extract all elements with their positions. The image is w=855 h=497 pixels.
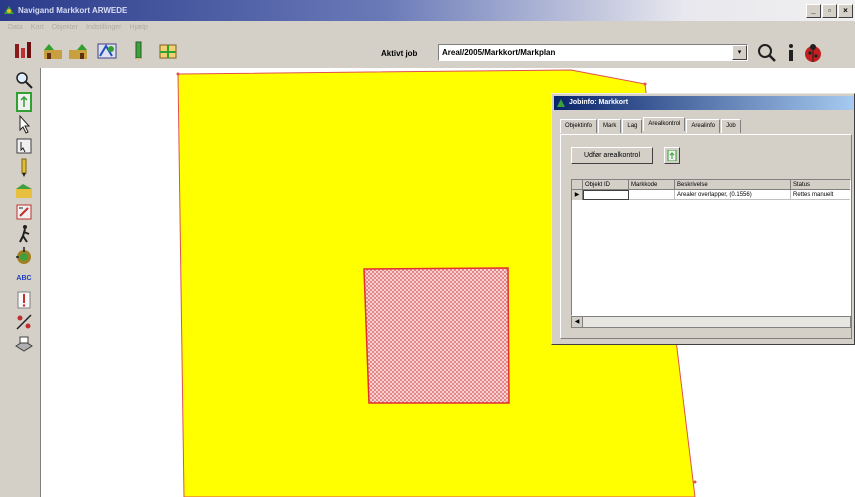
map-layers-tool-icon[interactable] [12,40,34,62]
field-tool-icon[interactable] [14,180,34,200]
pencil-edit-icon[interactable] [127,40,149,62]
chevron-down-icon[interactable]: ▾ [732,45,747,60]
tab-arealkontrol[interactable]: Arealkontrol [643,117,686,131]
dialog-title-bar[interactable]: Jobinfo: Markkort [554,96,854,110]
refresh-map-icon[interactable] [14,92,34,112]
window-title: Navigand Markkort ARWEDE [18,6,128,15]
jobinfo-dialog: Jobinfo: Markkort Objektinfo Mark Lag Ar… [551,93,855,345]
right-toolbar [756,42,826,64]
zoom-icon[interactable] [14,70,34,90]
window-title-bar: Navigand Markkort ARWEDE _ ▫ × [0,0,855,21]
active-job-label: Aktivt job [381,49,418,58]
tab-lag[interactable]: Lag [622,119,643,133]
field-vertex[interactable] [693,480,697,484]
menu-data[interactable]: Data [8,21,23,35]
select-area-icon[interactable] [14,136,34,156]
refresh-icon [667,150,677,161]
window-controls: _ ▫ × [806,4,853,18]
spellcheck-abc-icon[interactable] [96,40,118,62]
column-header-markkode[interactable]: Markkode [629,180,675,190]
active-job-value: Areal/2005/Markkort/Markplan [442,48,556,57]
cell-beskrivelse[interactable]: Arealer overlapper, (0.1556) [675,190,791,200]
pencil-tool-icon[interactable] [14,158,34,178]
arealkontrol-panel: Udfør arealkontrol Objekt ID Markkode Be… [560,134,852,339]
dialog-app-icon [557,99,565,107]
cell-status[interactable]: Rettes manuelt [791,190,850,200]
active-job-select[interactable]: Areal/2005/Markkort/Markplan ▾ [438,44,748,61]
tab-objektinfo[interactable]: Objektinfo [560,119,598,133]
table-horizontal-scrollbar[interactable]: ◀ [571,316,851,328]
field-vertex[interactable] [643,82,647,86]
farm-open-icon[interactable] [42,40,64,62]
left-toolbar: ABC [10,68,41,497]
menu-objekter[interactable]: Objekter [52,21,78,35]
field-vertex[interactable] [176,72,180,76]
restore-button[interactable]: ▫ [822,4,837,18]
gps-tool-icon[interactable] [14,246,34,266]
ladybug-icon[interactable] [802,42,824,64]
tab-arealinfo[interactable]: Arealinfo [686,119,721,133]
main-toolbar: Aktivt job Areal/2005/Markkort/Markplan … [0,36,855,68]
app-logo-icon [4,6,14,14]
row-selected-indicator: ▶ [572,190,583,200]
column-header-beskrivelse[interactable]: Beskrivelse [675,180,791,190]
tab-job[interactable]: Job [721,119,741,133]
tab-mark[interactable]: Mark [598,119,622,133]
farm-save-icon[interactable] [67,40,89,62]
search-icon[interactable] [756,42,778,64]
pointer-select-icon[interactable] [14,114,34,134]
refresh-button[interactable] [664,147,680,164]
column-header-status[interactable]: Status [791,180,850,190]
scroll-left-button[interactable]: ◀ [572,317,583,327]
menu-help[interactable]: Hjælp [130,21,148,35]
info-icon[interactable] [780,42,802,64]
menu-kort[interactable]: Kort [31,21,44,35]
overlap-area-polygon[interactable] [363,267,510,404]
close-button[interactable]: × [838,4,853,18]
cell-markkode[interactable] [629,190,675,200]
table-row[interactable]: ▶ Arealer overlapper, (0.1556) Rettes ma… [572,190,850,200]
menu-bar: Data Kort Objekter Indstillinger Hjælp [0,21,855,35]
print-map-icon[interactable] [14,334,34,354]
run-area-check-button[interactable]: Udfør arealkontrol [571,147,653,164]
minimize-button[interactable]: _ [806,4,821,18]
column-header-objekt-id[interactable]: Objekt ID [583,180,629,190]
area-check-table: Objekt ID Markkode Beskrivelse Status ▶ … [571,179,851,316]
field-boundary-icon[interactable] [157,40,179,62]
text-label-tool[interactable]: ABC [14,270,34,288]
header-indicator-cell [572,180,583,190]
split-line-icon[interactable] [14,312,34,332]
dialog-tabs: Objektinfo Mark Lag Arealkontrol Arealin… [560,117,742,133]
marker-pin-icon[interactable] [14,290,34,310]
dialog-title: Jobinfo: Markkort [569,99,629,106]
menu-indstillinger[interactable]: Indstillinger [86,21,121,35]
walking-person-icon[interactable] [14,224,34,244]
table-header: Objekt ID Markkode Beskrivelse Status [572,180,850,190]
cell-objekt-id[interactable] [583,190,629,200]
measure-tool-icon[interactable] [14,202,34,222]
